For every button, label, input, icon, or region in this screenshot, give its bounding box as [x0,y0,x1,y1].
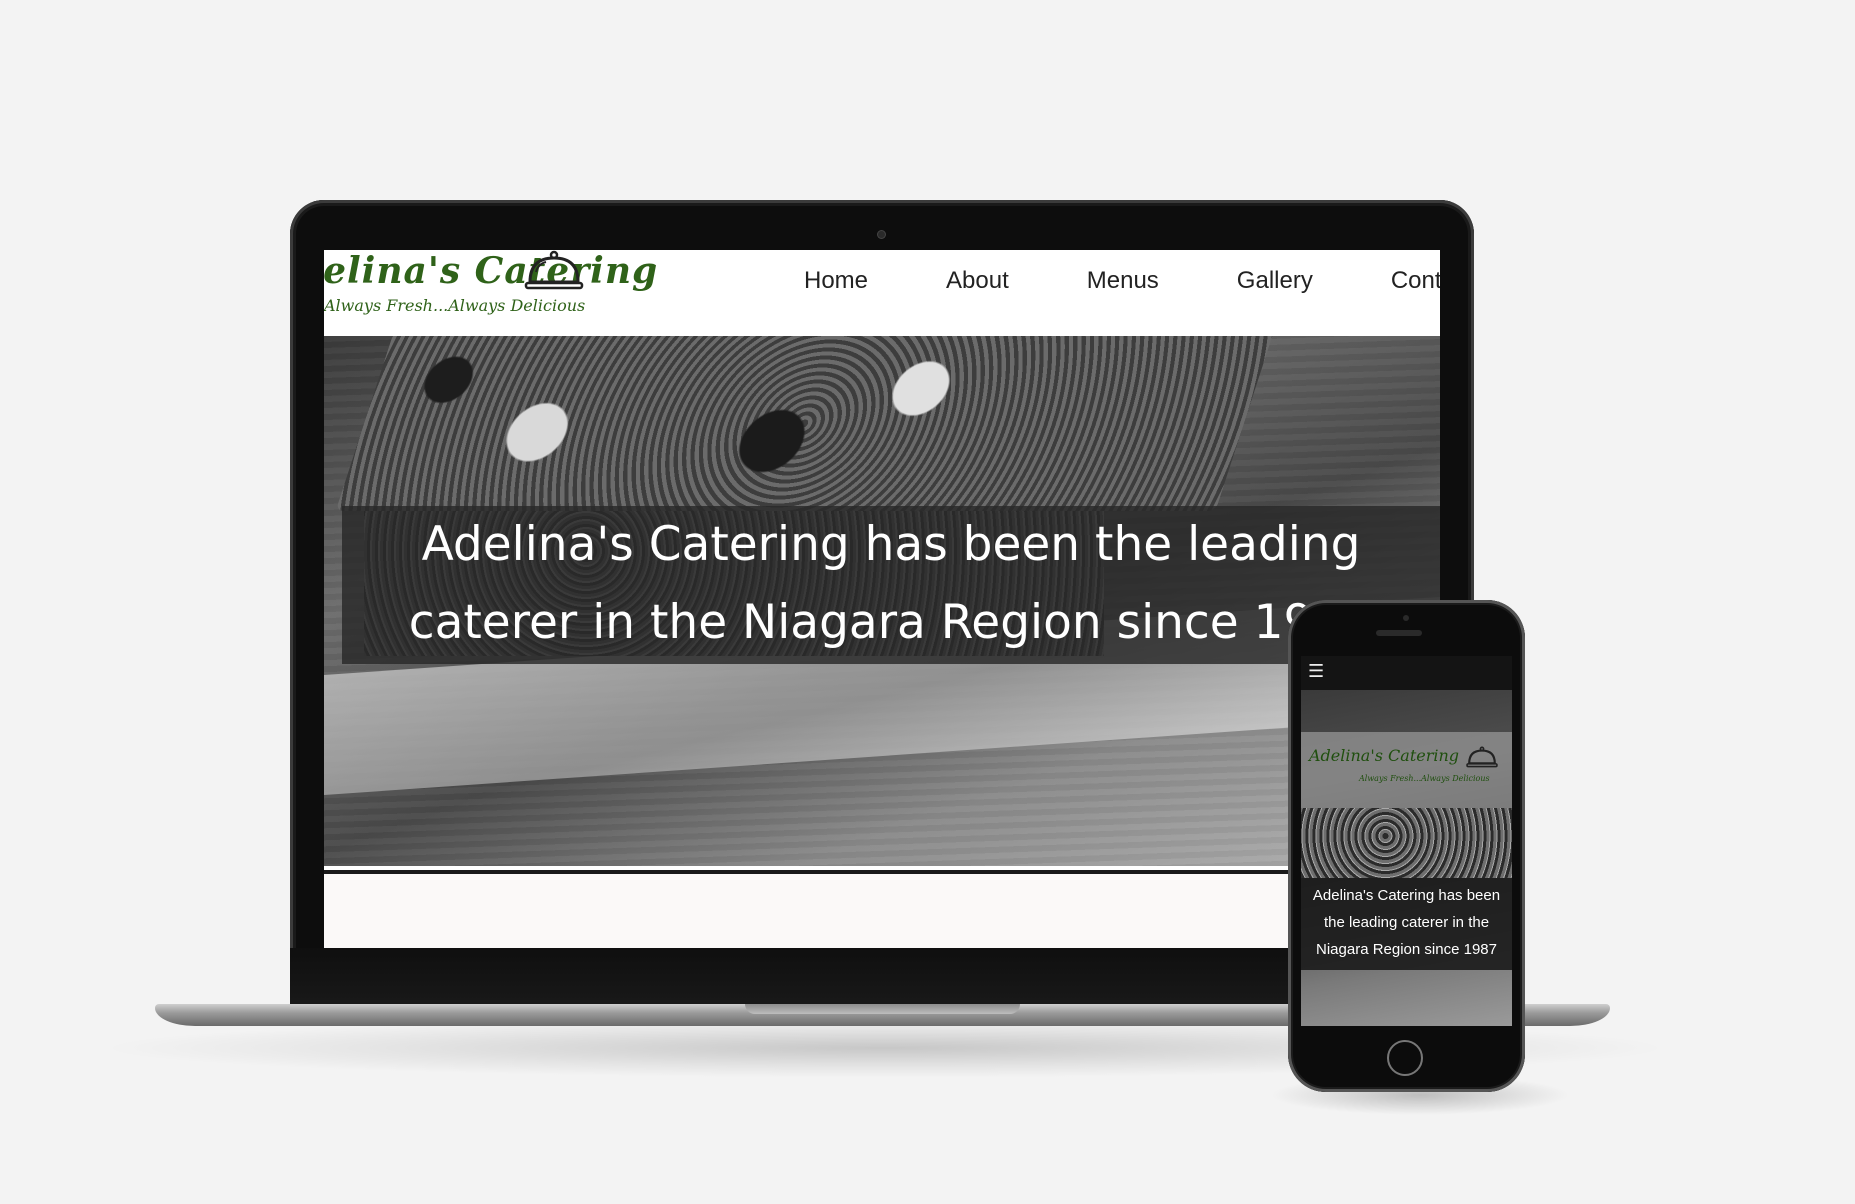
mobile-headline-line1: Adelina's Catering has been [1312,887,1501,904]
logo-title[interactable]: Adelina's Catering [324,250,658,292]
phone-speaker [1376,630,1422,636]
nav-gallery[interactable]: Gallery [1237,267,1313,307]
phone-home-button[interactable] [1387,1040,1423,1076]
nav-about[interactable]: About [946,267,1009,307]
laptop-notch [745,1004,1020,1014]
nav-menus[interactable]: Menus [1087,267,1159,307]
mobile-logo-title[interactable]: Adelina's Catering [1309,746,1459,765]
phone-screen: ☰ Adelina's Catering Always Fresh...Alwa… [1301,656,1512,1026]
main-nav: Home About Menus Gallery Contact [804,267,1440,307]
hero-headline-line2: caterer in the Niagara Region since 1987 [408,595,1374,650]
mobile-hero-image [1301,808,1512,878]
hero-headline-line1: Adelina's Catering has been the leading [421,517,1361,572]
mobile-hero: Adelina's Catering Always Fresh...Always… [1301,690,1512,1026]
mobile-topbar: ☰ [1301,656,1512,691]
hero-image-cake-top [335,336,1273,511]
hamburger-icon[interactable]: ☰ [1308,663,1324,681]
logo-tagline: Always Fresh...Always Delicious [324,296,586,315]
laptop-screen: Adelina's Catering Always Fresh...Always… [324,250,1440,948]
phone-camera [1403,615,1409,621]
hero-text-overlay: Adelina's Catering has been the leading … [342,506,1440,664]
nav-contact[interactable]: Contact [1391,267,1440,307]
nav-home[interactable]: Home [804,267,868,307]
hero-headline: Adelina's Catering has been the leading … [342,506,1440,662]
mobile-headline-line2: the leading caterer in the [1323,914,1490,931]
cloche-icon [524,250,584,290]
cloche-icon [1466,746,1498,768]
mobile-logo-tagline: Always Fresh...Always Delicious [1359,774,1490,783]
mobile-text-overlay: Adelina's Catering has been the leading … [1301,878,1512,970]
laptop-camera [878,231,885,238]
mobile-logo-box: Adelina's Catering Always Fresh...Always… [1301,732,1512,808]
mobile-headline-line3: Niagara Region since 1987 [1316,941,1497,958]
mobile-headline: Adelina's Catering has been the leading … [1301,882,1512,963]
site-header: Adelina's Catering Always Fresh...Always… [324,250,1440,336]
content-section [324,870,1440,948]
hero-banner: Adelina's Catering has been the leading … [324,336,1440,866]
